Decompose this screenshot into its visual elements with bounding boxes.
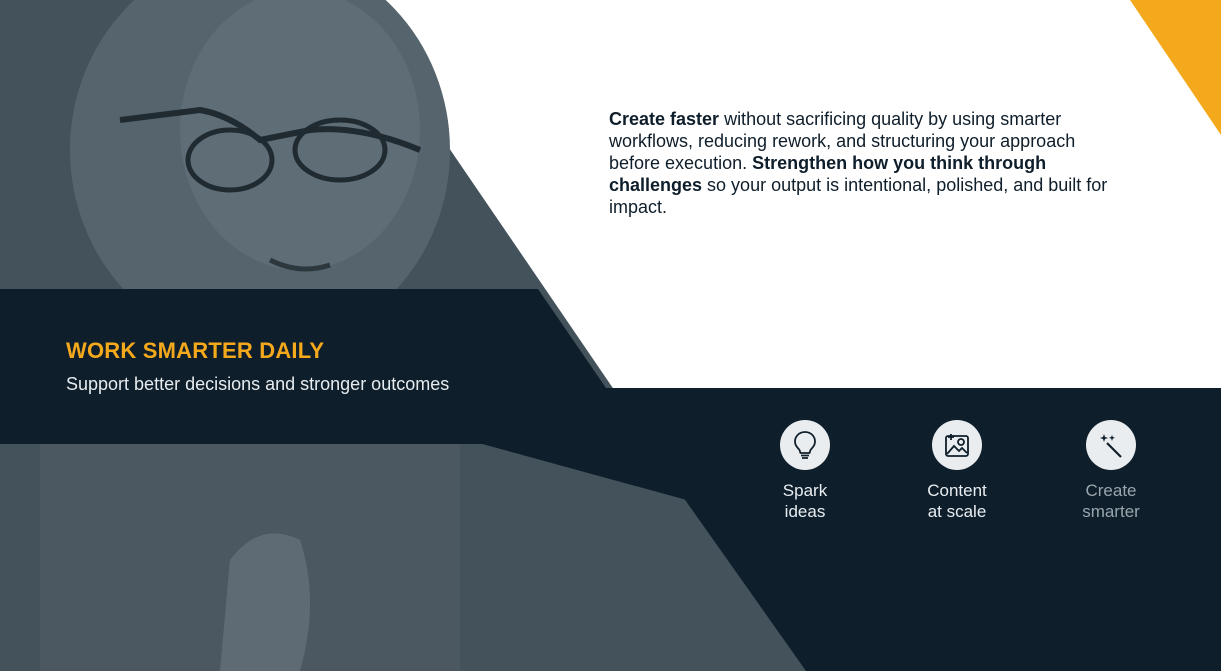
banner-subline: Support better decisions and stronger ou…	[66, 374, 450, 394]
feature-content-at-scale: Content at scale	[902, 420, 1012, 522]
feature-label-spark: Spark ideas	[750, 480, 860, 522]
banner-headline: WORK SMARTER DAILY	[66, 338, 325, 363]
magic-wand-icon	[1086, 420, 1136, 470]
feature-label-create: Create smarter	[1056, 480, 1166, 522]
feature-create-smarter: Create smarter	[1056, 420, 1166, 522]
intro-lead-bold: Create faster	[609, 109, 720, 129]
feature-spark-ideas: Spark ideas	[750, 420, 860, 522]
feature-line1: Spark	[782, 481, 828, 500]
slide: Create faster without sacrificing qualit…	[0, 0, 1221, 671]
person-photo-lower	[40, 444, 460, 671]
feature-line2: at scale	[927, 502, 987, 521]
feature-line1: Content	[927, 481, 987, 500]
feature-line2: smarter	[1082, 502, 1140, 521]
feature-line1: Create	[1085, 481, 1137, 500]
feature-label-content: Content at scale	[902, 480, 1012, 522]
intro-paragraph: Create faster without sacrificing qualit…	[609, 108, 1129, 218]
lightbulb-icon	[780, 420, 830, 470]
image-add-icon	[932, 420, 982, 470]
feature-line2: ideas	[784, 502, 826, 521]
background-graphics	[0, 0, 1221, 671]
